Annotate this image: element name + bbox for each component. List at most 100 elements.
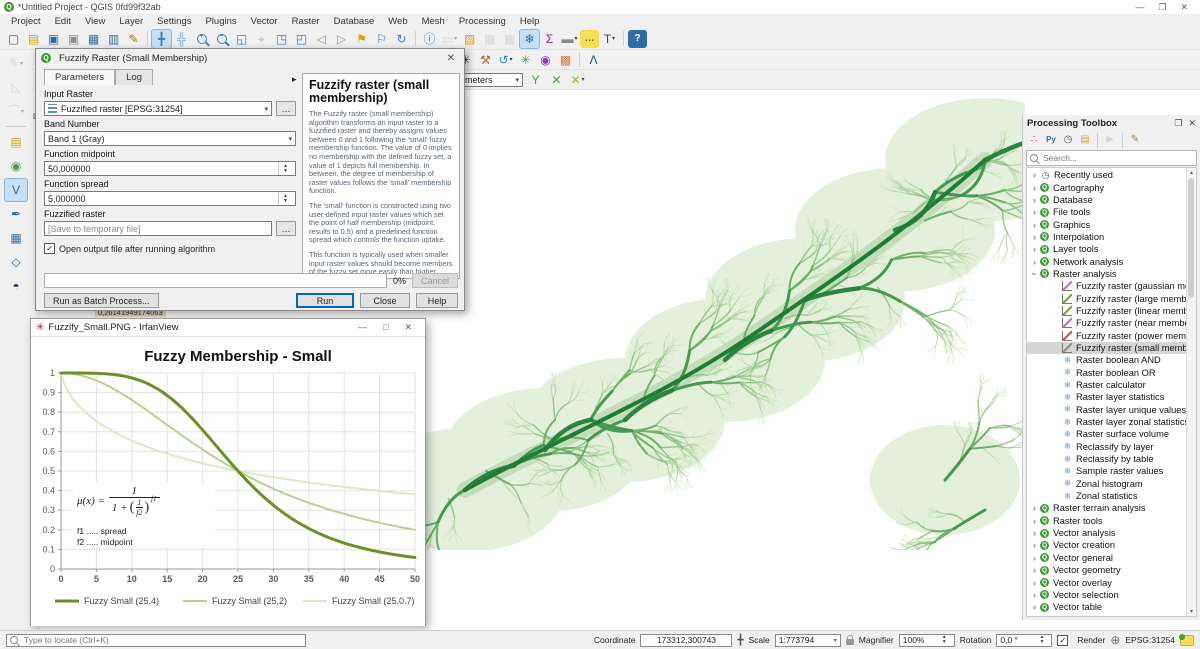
toolbox-item[interactable]: ❄Raster layer zonal statistics	[1027, 416, 1196, 428]
toolbox-item[interactable]: ›QVector overlay	[1027, 576, 1196, 588]
expander-icon[interactable]: ›	[1029, 503, 1040, 513]
locate-box[interactable]	[6, 634, 306, 647]
options-icon[interactable]: ✎	[1127, 132, 1143, 148]
toolbox-item[interactable]: Fuzzify raster (near membership)	[1027, 317, 1196, 329]
undock-panel-icon[interactable]: ❐	[1174, 118, 1182, 129]
digitize-curve-icon[interactable]: ⌒▾	[5, 100, 27, 122]
expander-icon[interactable]: ›	[1029, 244, 1040, 254]
toolbox-item[interactable]: ›◗Buffer by Percentage	[1027, 613, 1196, 617]
add-database-layer-icon[interactable]: ▦	[5, 227, 27, 249]
menu-plugins[interactable]: Plugins	[198, 16, 243, 27]
menu-help[interactable]: Help	[513, 16, 547, 27]
dialog-close-icon[interactable]: ✕	[443, 53, 459, 64]
render-checkbox[interactable]: ✓	[1057, 635, 1068, 646]
toolbox-item[interactable]: ›QVector creation	[1027, 539, 1196, 551]
toolbox-item[interactable]: ❄Reclassify by layer	[1027, 441, 1196, 453]
text-annotation-icon[interactable]: T▾	[600, 30, 619, 48]
digitize-shape-icon[interactable]: ◺	[5, 76, 27, 98]
collapse-help-icon[interactable]: ▸	[292, 74, 297, 85]
menu-web[interactable]: Web	[381, 16, 414, 27]
close-dialog-button[interactable]: Close	[360, 293, 410, 308]
search-input[interactable]	[1041, 152, 1185, 164]
models-icon[interactable]: ∴	[1026, 132, 1042, 148]
irfanview-close-button[interactable]: ✕	[404, 322, 412, 333]
toolbox-item[interactable]: ❄Zonal histogram	[1027, 478, 1196, 490]
quick-map-icon[interactable]: ▩	[556, 51, 575, 69]
toolbox-item[interactable]: ›QVector table	[1027, 601, 1196, 613]
toolbox-item[interactable]: ›QDatabase	[1027, 194, 1196, 206]
toolbox-item[interactable]: ›QFile tools	[1027, 206, 1196, 218]
edit-inplace-icon[interactable]: ▶	[1102, 132, 1118, 148]
output-browse-button[interactable]: …	[276, 221, 296, 236]
pan-to-selection-icon[interactable]: ╬	[172, 30, 191, 48]
toolbox-item[interactable]: ›QVector geometry	[1027, 564, 1196, 576]
scroll-down-icon[interactable]: ▾	[1187, 608, 1196, 615]
input-raster-select[interactable]: Fuzzified raster [EPSG:31254] ▾	[44, 101, 272, 116]
menu-raster[interactable]: Raster	[285, 16, 327, 27]
statistics-icon[interactable]: Σ	[540, 30, 559, 48]
irfanview-maximize-button[interactable]: □	[383, 322, 388, 333]
menu-vector[interactable]: Vector	[244, 16, 285, 27]
toolbox-item[interactable]: Fuzzify raster (small membership)	[1027, 342, 1196, 354]
zoom-full-icon[interactable]: ◱	[232, 30, 251, 48]
magnifier-spinbox[interactable]: 100% ▲▼	[899, 634, 955, 647]
snapping-options-icon[interactable]: ✕▾	[568, 71, 587, 89]
expander-icon[interactable]: ›	[1029, 183, 1040, 193]
processing-toolbox-icon[interactable]: ❄	[520, 30, 539, 48]
close-button[interactable]: ✕	[1180, 2, 1188, 13]
expander-icon[interactable]: ›	[1029, 602, 1040, 612]
toolbox-item[interactable]: ›QVector selection	[1027, 589, 1196, 601]
spin-arrows-icon[interactable]: ▲▼	[1035, 634, 1048, 647]
new-bookmark-icon[interactable]: ⚑	[352, 30, 371, 48]
expander-icon[interactable]: ›	[1029, 232, 1040, 242]
snapping-units-select[interactable]: meters▾	[461, 73, 523, 87]
menu-edit[interactable]: Edit	[48, 16, 78, 27]
tab-log[interactable]: Log	[115, 69, 153, 85]
expander-icon[interactable]: ›	[1029, 516, 1040, 526]
toolbox-item[interactable]: ❄Raster boolean AND	[1027, 354, 1196, 366]
scroll-up-icon[interactable]: ▴	[1187, 169, 1196, 176]
add-vector-layer-icon[interactable]: V	[5, 179, 27, 201]
tracing-icon[interactable]: Υ	[526, 71, 545, 89]
open-output-checkbox[interactable]: ✓	[44, 243, 55, 254]
new-project-icon[interactable]: ▢	[4, 30, 23, 48]
measure-icon[interactable]: ▬▾	[560, 30, 579, 48]
zoom-in-icon[interactable]: +	[192, 30, 211, 48]
expander-icon[interactable]: ›	[1029, 615, 1040, 617]
coordinate-input[interactable]: 173312,300743	[640, 634, 732, 647]
zoom-to-selection-icon[interactable]: ⌖	[252, 30, 271, 48]
toolbox-item[interactable]: ❄Raster boolean OR	[1027, 367, 1196, 379]
menu-processing[interactable]: Processing	[452, 16, 513, 27]
messages-icon[interactable]	[1180, 635, 1194, 646]
menu-project[interactable]: Project	[4, 16, 48, 27]
snapping-intersection-icon[interactable]: ✕	[547, 71, 566, 89]
extents-toggle-icon[interactable]: ╋	[737, 635, 743, 646]
spin-arrows-icon[interactable]: ▲▼	[278, 192, 292, 205]
expander-icon[interactable]: ›	[1029, 540, 1040, 550]
toolbox-search[interactable]	[1026, 150, 1197, 166]
layout-manager-icon[interactable]: ▥	[104, 30, 123, 48]
toolbox-item[interactable]: ›◷Recently used	[1027, 169, 1196, 181]
help-icon[interactable]: ?	[628, 30, 647, 48]
add-delimited-text-icon[interactable]: ✒	[5, 203, 27, 225]
metasearch-dome-icon[interactable]: ◓	[5, 275, 27, 297]
toolbox-item[interactable]: ❄Raster calculator	[1027, 379, 1196, 391]
minimize-button[interactable]: —	[1135, 2, 1144, 13]
data-source-manager-icon[interactable]: ▤	[5, 131, 27, 153]
toolbox-item[interactable]: ❄Sample raster values	[1027, 465, 1196, 477]
field-calculator-icon[interactable]: ▩	[500, 30, 519, 48]
tab-parameters[interactable]: Parameters	[44, 69, 115, 85]
toolbox-item[interactable]: ›QRaster analysis	[1027, 268, 1196, 280]
expander-icon[interactable]: ›	[1029, 590, 1040, 600]
help-button[interactable]: Help	[416, 293, 458, 308]
toolbox-item[interactable]: ›QRaster tools	[1027, 515, 1196, 527]
plugin-manager-icon[interactable]: ✳	[516, 51, 535, 69]
zoom-native-icon[interactable]: ◰	[292, 30, 311, 48]
function-spread-spinbox[interactable]: 5,000000 ▲▼	[44, 191, 296, 206]
maximize-button[interactable]: ❐	[1158, 2, 1166, 13]
results-viewer-icon[interactable]: ▤	[1077, 132, 1093, 148]
menu-view[interactable]: View	[78, 16, 112, 27]
menu-database[interactable]: Database	[327, 16, 382, 27]
toolbox-item[interactable]: ❄Reclassify by table	[1027, 453, 1196, 465]
current-edits-icon[interactable]: ✎▾	[5, 52, 27, 74]
